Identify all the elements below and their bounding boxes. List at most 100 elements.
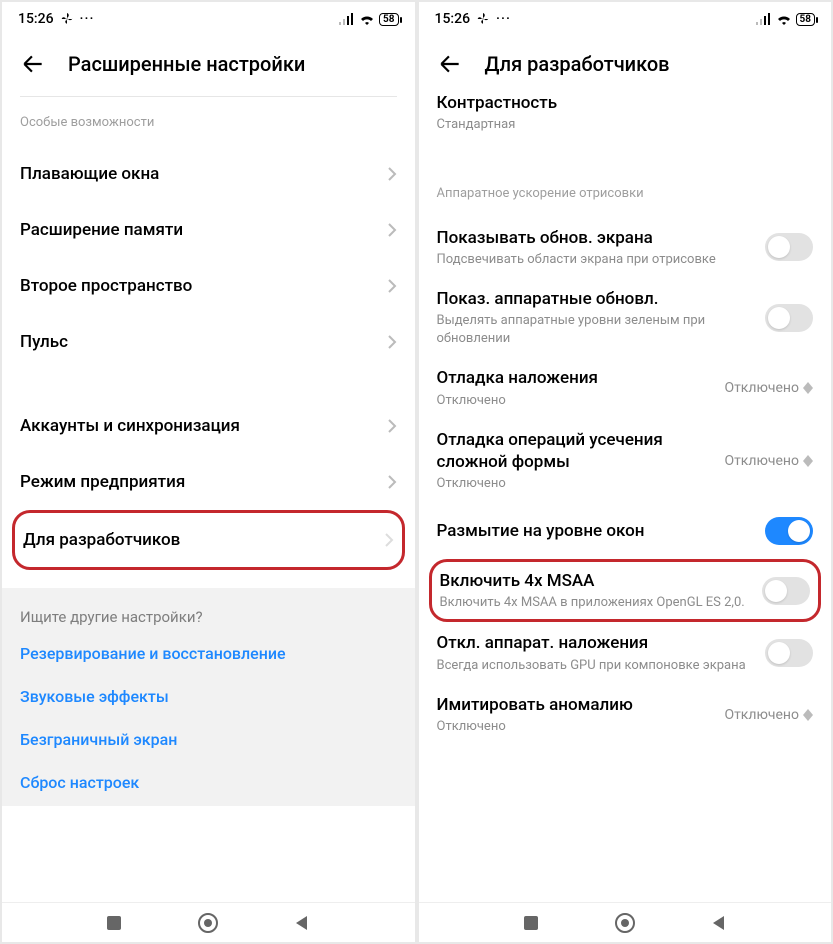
search-prompt: Ищите другие настройки?: [20, 608, 397, 626]
row-floating-windows[interactable]: Плавающие окна: [20, 146, 397, 202]
row-sub: Отключено: [437, 718, 715, 736]
row-label: Контрастность: [437, 92, 814, 114]
link-backup-restore[interactable]: Резервирование и восстановление: [20, 644, 397, 663]
status-bar: 15:26 ··· 58: [2, 2, 415, 36]
row-label: Имитировать аномалию: [437, 694, 715, 716]
row-label: Пульс: [20, 331, 377, 353]
toggle-msaa[interactable]: [762, 577, 810, 605]
row-developer-options[interactable]: Для разработчиков: [23, 519, 394, 561]
more-icon: ···: [80, 11, 95, 27]
status-time: 15:26: [435, 11, 471, 27]
signal-icon: [756, 13, 772, 25]
highlight-developer-options: Для разработчиков: [12, 510, 405, 570]
row-label: Расширение памяти: [20, 219, 377, 241]
screen-developer-options: 15:26 ··· 58 Для разработчиков Ко: [419, 2, 832, 942]
value-selector[interactable]: Отключено: [724, 380, 813, 396]
row-pulse[interactable]: Пульс: [20, 314, 397, 370]
link-sound-effects[interactable]: Звуковые эффекты: [20, 687, 397, 706]
row-second-space[interactable]: Второе пространство: [20, 258, 397, 314]
nav-back-icon[interactable]: [710, 914, 728, 932]
row-label: Режим предприятия: [20, 471, 377, 493]
updown-icon: [803, 455, 813, 467]
nav-bar: [2, 902, 415, 942]
nav-recent-icon[interactable]: [105, 914, 123, 932]
chevron-right-icon: [387, 222, 397, 238]
row-accounts-sync[interactable]: Аккаунты и синхронизация: [20, 398, 397, 454]
row-sub: Включить 4x MSAA в приложениях OpenGL ES…: [440, 594, 753, 612]
chevron-right-icon: [384, 532, 394, 548]
wifi-icon: [776, 13, 792, 25]
more-icon: ···: [496, 11, 511, 27]
row-label: Размытие на уровне окон: [437, 520, 756, 542]
fan-icon: [60, 12, 74, 26]
row-sub: Отключено: [437, 392, 715, 410]
row-sub: Выделять аппаратные уровни зеленым при о…: [437, 312, 756, 347]
nav-back-icon[interactable]: [293, 914, 311, 932]
row-clip-debug[interactable]: Отладка операций усечения сложной формы …: [437, 419, 814, 503]
screen-advanced-settings: 15:26 ··· 58 Расширенные настройки: [2, 2, 415, 942]
nav-recent-icon[interactable]: [522, 914, 540, 932]
row-label: Включить 4x MSAA: [440, 570, 753, 592]
page-title: Расширенные настройки: [68, 52, 305, 76]
row-window-blur[interactable]: Размытие на уровне окон: [437, 503, 814, 559]
link-full-screen[interactable]: Безграничный экран: [20, 730, 397, 749]
nav-bar: [419, 902, 832, 942]
row-label: Показывать обнов. экрана: [437, 227, 756, 249]
value-selector[interactable]: Отключено: [724, 453, 813, 469]
status-time: 15:26: [18, 11, 54, 27]
fan-icon: [476, 12, 490, 26]
section-special: Особые возможности: [20, 115, 397, 130]
status-bar: 15:26 ··· 58: [419, 2, 832, 36]
search-other-settings: Ищите другие настройки? Резервирование и…: [2, 588, 415, 806]
updown-icon: [803, 382, 813, 394]
row-disable-hw-overlays[interactable]: Откл. аппарат. наложения Всегда использо…: [437, 622, 814, 684]
row-sub: Всегда использовать GPU при компоновке э…: [437, 657, 756, 675]
row-sub: Стандартная: [437, 116, 814, 134]
value-text: Отключено: [724, 380, 799, 396]
row-label: Аккаунты и синхронизация: [20, 415, 377, 437]
back-icon[interactable]: [437, 51, 463, 77]
nav-home-icon[interactable]: [197, 912, 219, 934]
row-sub: Отключено: [437, 475, 715, 493]
toggle-blur[interactable]: [765, 517, 813, 545]
row-label: Показ. аппаратные обновл.: [437, 288, 756, 310]
section-hw-rendering: Аппаратное ускорение отрисовки: [437, 186, 814, 201]
chevron-right-icon: [387, 474, 397, 490]
row-label: Для разработчиков: [23, 529, 374, 551]
row-label: Отладка операций усечения сложной формы: [437, 429, 715, 473]
value-selector[interactable]: Отключено: [724, 707, 813, 723]
nav-home-icon[interactable]: [614, 912, 636, 934]
row-show-surface-updates[interactable]: Показывать обнов. экрана Подсвечивать об…: [437, 217, 814, 279]
value-text: Отключено: [724, 707, 799, 723]
row-contrast-partial[interactable]: Контрастность Стандартная: [437, 92, 814, 142]
row-4x-msaa[interactable]: Включить 4x MSAA Включить 4x MSAA в прил…: [440, 568, 811, 614]
updown-icon: [803, 709, 813, 721]
chevron-right-icon: [387, 418, 397, 434]
row-label: Плавающие окна: [20, 163, 377, 185]
chevron-right-icon: [387, 278, 397, 294]
signal-icon: [339, 13, 355, 25]
row-enterprise-mode[interactable]: Режим предприятия: [20, 454, 397, 510]
divider: [20, 96, 397, 97]
toggle-disable-hw[interactable]: [765, 639, 813, 667]
row-label: Отладка наложения: [437, 367, 715, 389]
row-memory-extension[interactable]: Расширение памяти: [20, 202, 397, 258]
row-simulate-anomaly[interactable]: Имитировать аномалию Отключено Отключено: [437, 684, 814, 746]
app-bar: Для разработчиков: [419, 36, 832, 92]
row-show-hw-updates[interactable]: Показ. аппаратные обновл. Выделять аппар…: [437, 278, 814, 357]
row-label: Второе пространство: [20, 275, 377, 297]
row-overlay-debug[interactable]: Отладка наложения Отключено Отключено: [437, 357, 814, 419]
highlight-msaa: Включить 4x MSAA Включить 4x MSAA в прил…: [429, 559, 822, 623]
toggle-show-updates[interactable]: [765, 233, 813, 261]
toggle-hw-updates[interactable]: [765, 304, 813, 332]
battery-icon: 58: [379, 13, 398, 26]
page-title: Для разработчиков: [485, 52, 670, 76]
wifi-icon: [359, 13, 375, 25]
row-sub: Подсвечивать области экрана при отрисовк…: [437, 251, 756, 269]
row-label: Откл. аппарат. наложения: [437, 632, 756, 654]
chevron-right-icon: [387, 334, 397, 350]
value-text: Отключено: [724, 453, 799, 469]
link-reset[interactable]: Сброс настроек: [20, 773, 397, 792]
app-bar: Расширенные настройки: [2, 36, 415, 92]
back-icon[interactable]: [20, 51, 46, 77]
